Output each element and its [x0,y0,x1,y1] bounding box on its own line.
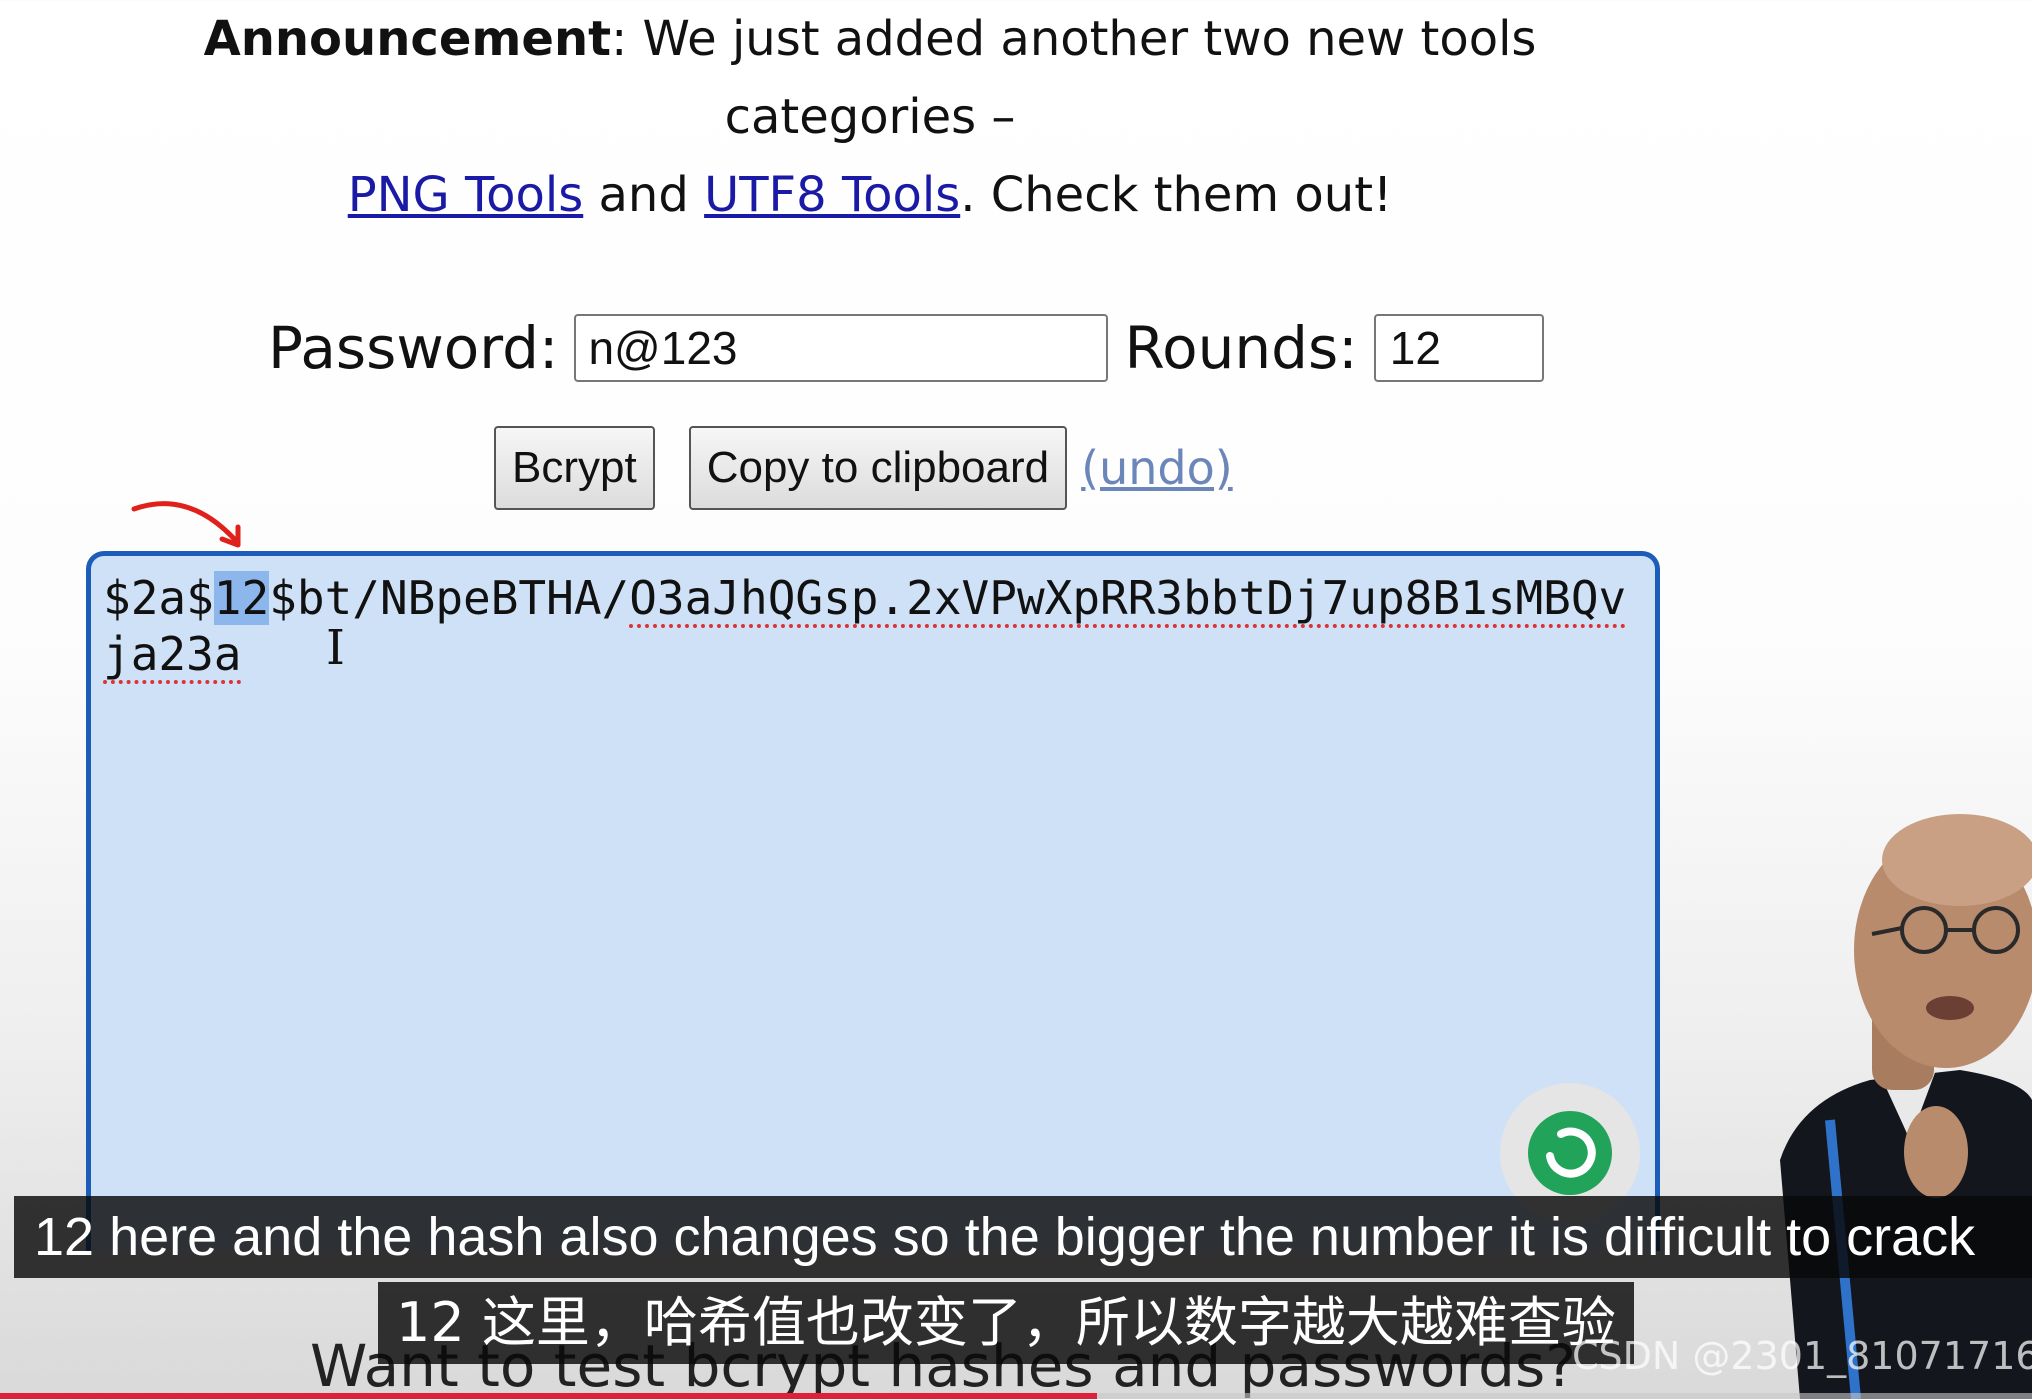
rounds-input[interactable] [1373,314,1544,382]
hash-separator: $ [269,571,297,625]
bcrypt-button[interactable]: Bcrypt [494,426,655,510]
video-progress-bar[interactable] [0,1393,2032,1399]
password-row: Password: Rounds: [268,308,1544,388]
hash-rounds: 12 [213,571,270,625]
utf8-tools-link[interactable]: UTF8 Tools [704,167,960,223]
undo-link[interactable]: (undo) [1081,441,1233,495]
annotation-arrow [131,501,241,548]
hash-salt: bt/NBpeBTHA/ [296,571,630,625]
announcement-text: : We just added another two new tools [611,11,1537,67]
png-tools-link[interactable]: PNG Tools [348,167,584,223]
hash-output-textarea[interactable]: $2a$12$bt/NBpeBTHA/O3aJhQGsp.2xVPwXpRR3b… [86,551,1660,1251]
announcement-and: and [598,167,689,223]
announcement-cta: . Check them out! [960,167,1393,223]
video-progress-fill [0,1393,1098,1399]
password-input[interactable] [574,314,1109,382]
presenter-video [1780,814,2032,1399]
announcement: Announcement: We just added another two … [200,0,1540,234]
hash-body-2: ja23a [103,627,242,681]
copy-to-clipboard-button[interactable]: Copy to clipboard [688,426,1068,510]
hash-prefix: $2a$ [103,571,214,625]
subtitle-chinese: 12 这里，哈希值也改变了，所以数字越大越难查验 [378,1282,1634,1364]
announcement-label: Announcement [203,11,612,67]
watermark: CSDN @2301_81071716 [1572,1334,2032,1378]
announcement-line-1: Announcement: We just added another two … [200,0,1540,78]
rounds-label: Rounds: [1124,314,1358,382]
announcement-line-3: PNG Tools and UTF8 Tools. Check them out… [200,156,1540,234]
announcement-line-2: categories – [724,89,1016,145]
subtitle-english: 12 here and the hash also changes so the… [14,1196,2032,1278]
refresh-icon [1528,1111,1612,1195]
button-row: Bcrypt Copy to clipboard (undo) [494,426,1233,510]
text-cursor-icon: I [326,620,345,676]
password-label: Password: [268,314,559,382]
hash-body-1: O3aJhQGsp.2xVPwXpRR3bbtDj7up8B1sMBQv [629,571,1627,625]
